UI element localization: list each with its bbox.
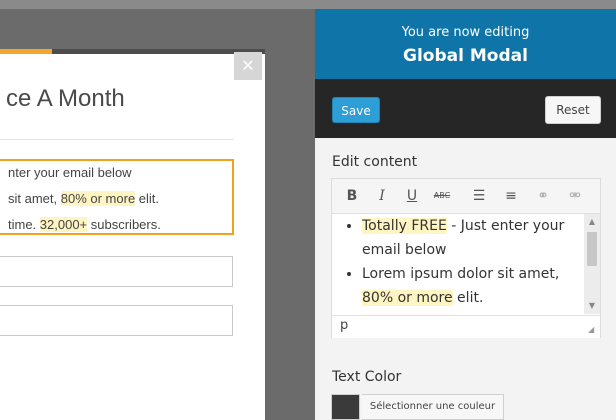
editor-status-bar: p ◢: [332, 315, 600, 338]
edit-content-label: Edit content: [332, 154, 418, 170]
numbered-list-icon[interactable]: ≡: [501, 186, 521, 206]
list-item: Lorem ipsum dolor sit amet, 80% or more …: [362, 262, 584, 310]
bullet-list-icon[interactable]: ☰: [469, 186, 489, 206]
editor-panel: You are now editing Global Modal Save Re…: [315, 9, 616, 420]
content-editor: B I U ABC ☰ ≡ ⚭ ⚮ Totally FREE - Just en…: [331, 178, 601, 338]
scroll-up-icon[interactable]: ▲: [584, 216, 600, 228]
italic-icon[interactable]: I: [372, 186, 392, 206]
list-item: Totally FREE - Just enter your email bel…: [362, 214, 584, 262]
link-icon[interactable]: ⚭: [533, 186, 553, 206]
modal-divider: [0, 139, 234, 140]
unlink-icon[interactable]: ⚮: [565, 186, 585, 206]
editing-label: You are now editing: [401, 25, 530, 40]
editor-toolbar: B I U ABC ☰ ≡ ⚭ ⚮: [332, 179, 600, 214]
reset-button[interactable]: Reset: [545, 96, 601, 124]
text-color-swatch[interactable]: [331, 394, 360, 420]
modal-close-button[interactable]: ✕: [234, 52, 262, 80]
save-button[interactable]: Save: [332, 97, 380, 123]
close-icon: ✕: [241, 56, 255, 75]
panel-actions: Save Reset: [315, 79, 616, 138]
content-line: time. 32,000+ subscribers.: [8, 217, 161, 232]
select-color-button[interactable]: Sélectionner une couleur: [362, 394, 504, 420]
backdrop-top-bar: [0, 0, 616, 9]
bold-icon[interactable]: B: [342, 186, 362, 206]
scroll-down-icon[interactable]: ▼: [584, 300, 600, 312]
strikethrough-icon[interactable]: ABC: [432, 186, 452, 206]
modal-title: ce A Month: [6, 85, 125, 112]
scroll-thumb[interactable]: [587, 232, 597, 266]
modal-content-selection[interactable]: nter your email below sit amet, 80% or m…: [0, 159, 234, 235]
element-path[interactable]: p: [340, 318, 348, 333]
content-line: nter your email below: [8, 165, 132, 180]
editor-scrollbar[interactable]: ▲ ▼: [584, 214, 600, 314]
email-field[interactable]: [0, 305, 233, 336]
editing-target: Global Modal: [403, 46, 528, 66]
editor-body[interactable]: Totally FREE - Just enter your email bel…: [332, 214, 584, 314]
panel-header: You are now editing Global Modal: [315, 9, 616, 79]
text-color-label: Text Color: [332, 369, 402, 385]
resize-handle-icon[interactable]: ◢: [588, 325, 594, 334]
modal-preview: ✕ ce A Month nter your email below sit a…: [0, 49, 265, 420]
content-line: sit amet, 80% or more elit.: [8, 191, 160, 206]
underline-icon[interactable]: U: [402, 186, 422, 206]
modal-top-accent: [0, 49, 52, 54]
name-field[interactable]: [0, 256, 233, 287]
